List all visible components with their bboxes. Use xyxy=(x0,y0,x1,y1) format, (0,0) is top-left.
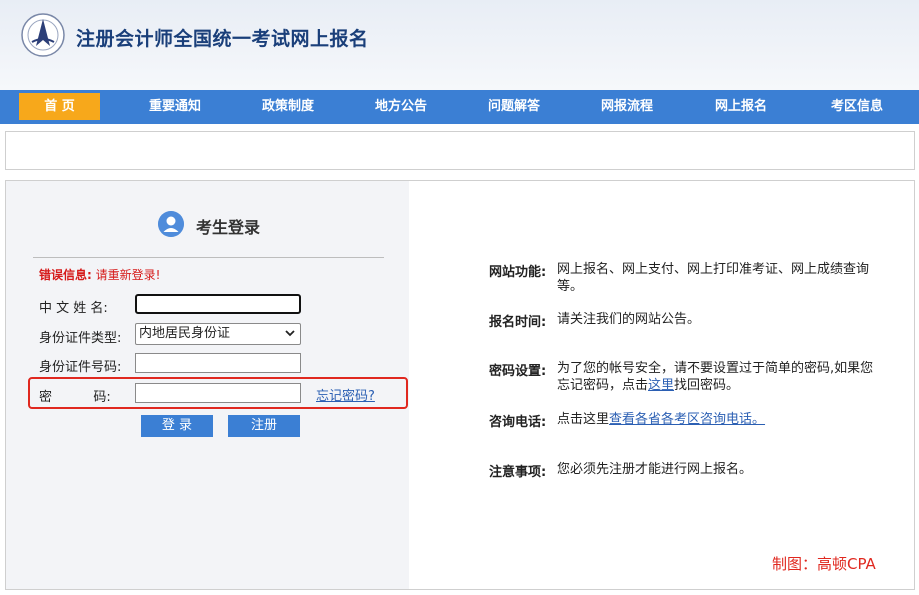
password-label: 密 码: xyxy=(39,390,111,405)
notice-text: 您必须先注册才能进行网上报名。 xyxy=(557,462,753,477)
nav-home[interactable]: 首 页 xyxy=(19,93,100,120)
login-panel: 考生登录 错误信息: 请重新登录! 中 文 姓 名: 身份证件类型: 内地居民身… xyxy=(6,181,409,589)
login-title: 考生登录 xyxy=(196,218,261,237)
password-setting-label: 密码设置: xyxy=(489,364,547,379)
password-input[interactable] xyxy=(135,383,301,403)
password-setting-text: 为了您的帐号安全，请不要设置过于简单的密码,如果您忘记密码，点击这里找回密码。 xyxy=(557,360,877,394)
contact-text-prefix: 点击这里 xyxy=(557,412,610,427)
function-text: 网上报名、网上支付、网上打印准考证、网上成绩查询等。 xyxy=(557,262,870,294)
nav-faq[interactable]: 问题解答 xyxy=(475,90,553,124)
contact-text: 点击这里查看各省各考区咨询电话。 xyxy=(557,411,877,428)
user-icon xyxy=(158,211,184,237)
main-nav: 首 页 重要通知 政策制度 地方公告 问题解答 网报流程 网上报名 考区信息 xyxy=(0,90,919,124)
password-recovery-link[interactable]: 这里 xyxy=(648,378,674,393)
error-label: 错误信息: xyxy=(39,268,92,282)
time-label: 报名时间: xyxy=(489,315,547,330)
id-number-input[interactable] xyxy=(135,353,301,373)
site-title: 注册会计师全国统一考试网上报名 xyxy=(76,28,369,50)
id-type-value: 内地居民身份证 xyxy=(139,326,231,341)
contact-label: 咨询电话: xyxy=(489,415,547,430)
site-header: 注册会计师全国统一考试网上报名 xyxy=(0,0,919,90)
divider xyxy=(33,257,384,258)
nav-online-registration[interactable]: 网上报名 xyxy=(702,90,780,124)
function-label: 网站功能: xyxy=(489,265,547,280)
id-type-select[interactable]: 内地居民身份证 xyxy=(135,323,301,345)
nav-exam-area-info[interactable]: 考区信息 xyxy=(818,90,896,124)
contact-phone-link[interactable]: 查看各省各考区咨询电话。 xyxy=(609,412,765,427)
main-content: 考生登录 错误信息: 请重新登录! 中 文 姓 名: 身份证件类型: 内地居民身… xyxy=(5,180,915,590)
nav-process[interactable]: 网报流程 xyxy=(588,90,666,124)
id-number-label: 身份证件号码: xyxy=(39,360,122,375)
nav-local-announcements[interactable]: 地方公告 xyxy=(362,90,440,124)
name-input[interactable] xyxy=(135,294,301,314)
name-label: 中 文 姓 名: xyxy=(39,301,108,316)
password-setting-text-2: 找回密码。 xyxy=(674,378,740,393)
id-type-label: 身份证件类型: xyxy=(39,331,122,346)
notice-label: 注意事项: xyxy=(489,465,547,480)
chevron-down-icon xyxy=(285,330,295,337)
credit-watermark: 制图：高顿CPA xyxy=(772,555,876,573)
cicpa-logo-icon xyxy=(21,13,65,57)
nav-policy[interactable]: 政策制度 xyxy=(249,90,327,124)
register-button[interactable]: 注册 xyxy=(228,415,300,437)
login-button[interactable]: 登 录 xyxy=(141,415,213,437)
time-text: 请关注我们的网站公告。 xyxy=(557,312,701,327)
error-message: 错误信息: 请重新登录! xyxy=(39,266,160,283)
banner-area xyxy=(5,131,915,170)
forgot-password-link[interactable]: 忘记密码? xyxy=(316,385,375,404)
nav-important-notices[interactable]: 重要通知 xyxy=(136,90,214,124)
error-text: 请重新登录! xyxy=(95,268,161,282)
